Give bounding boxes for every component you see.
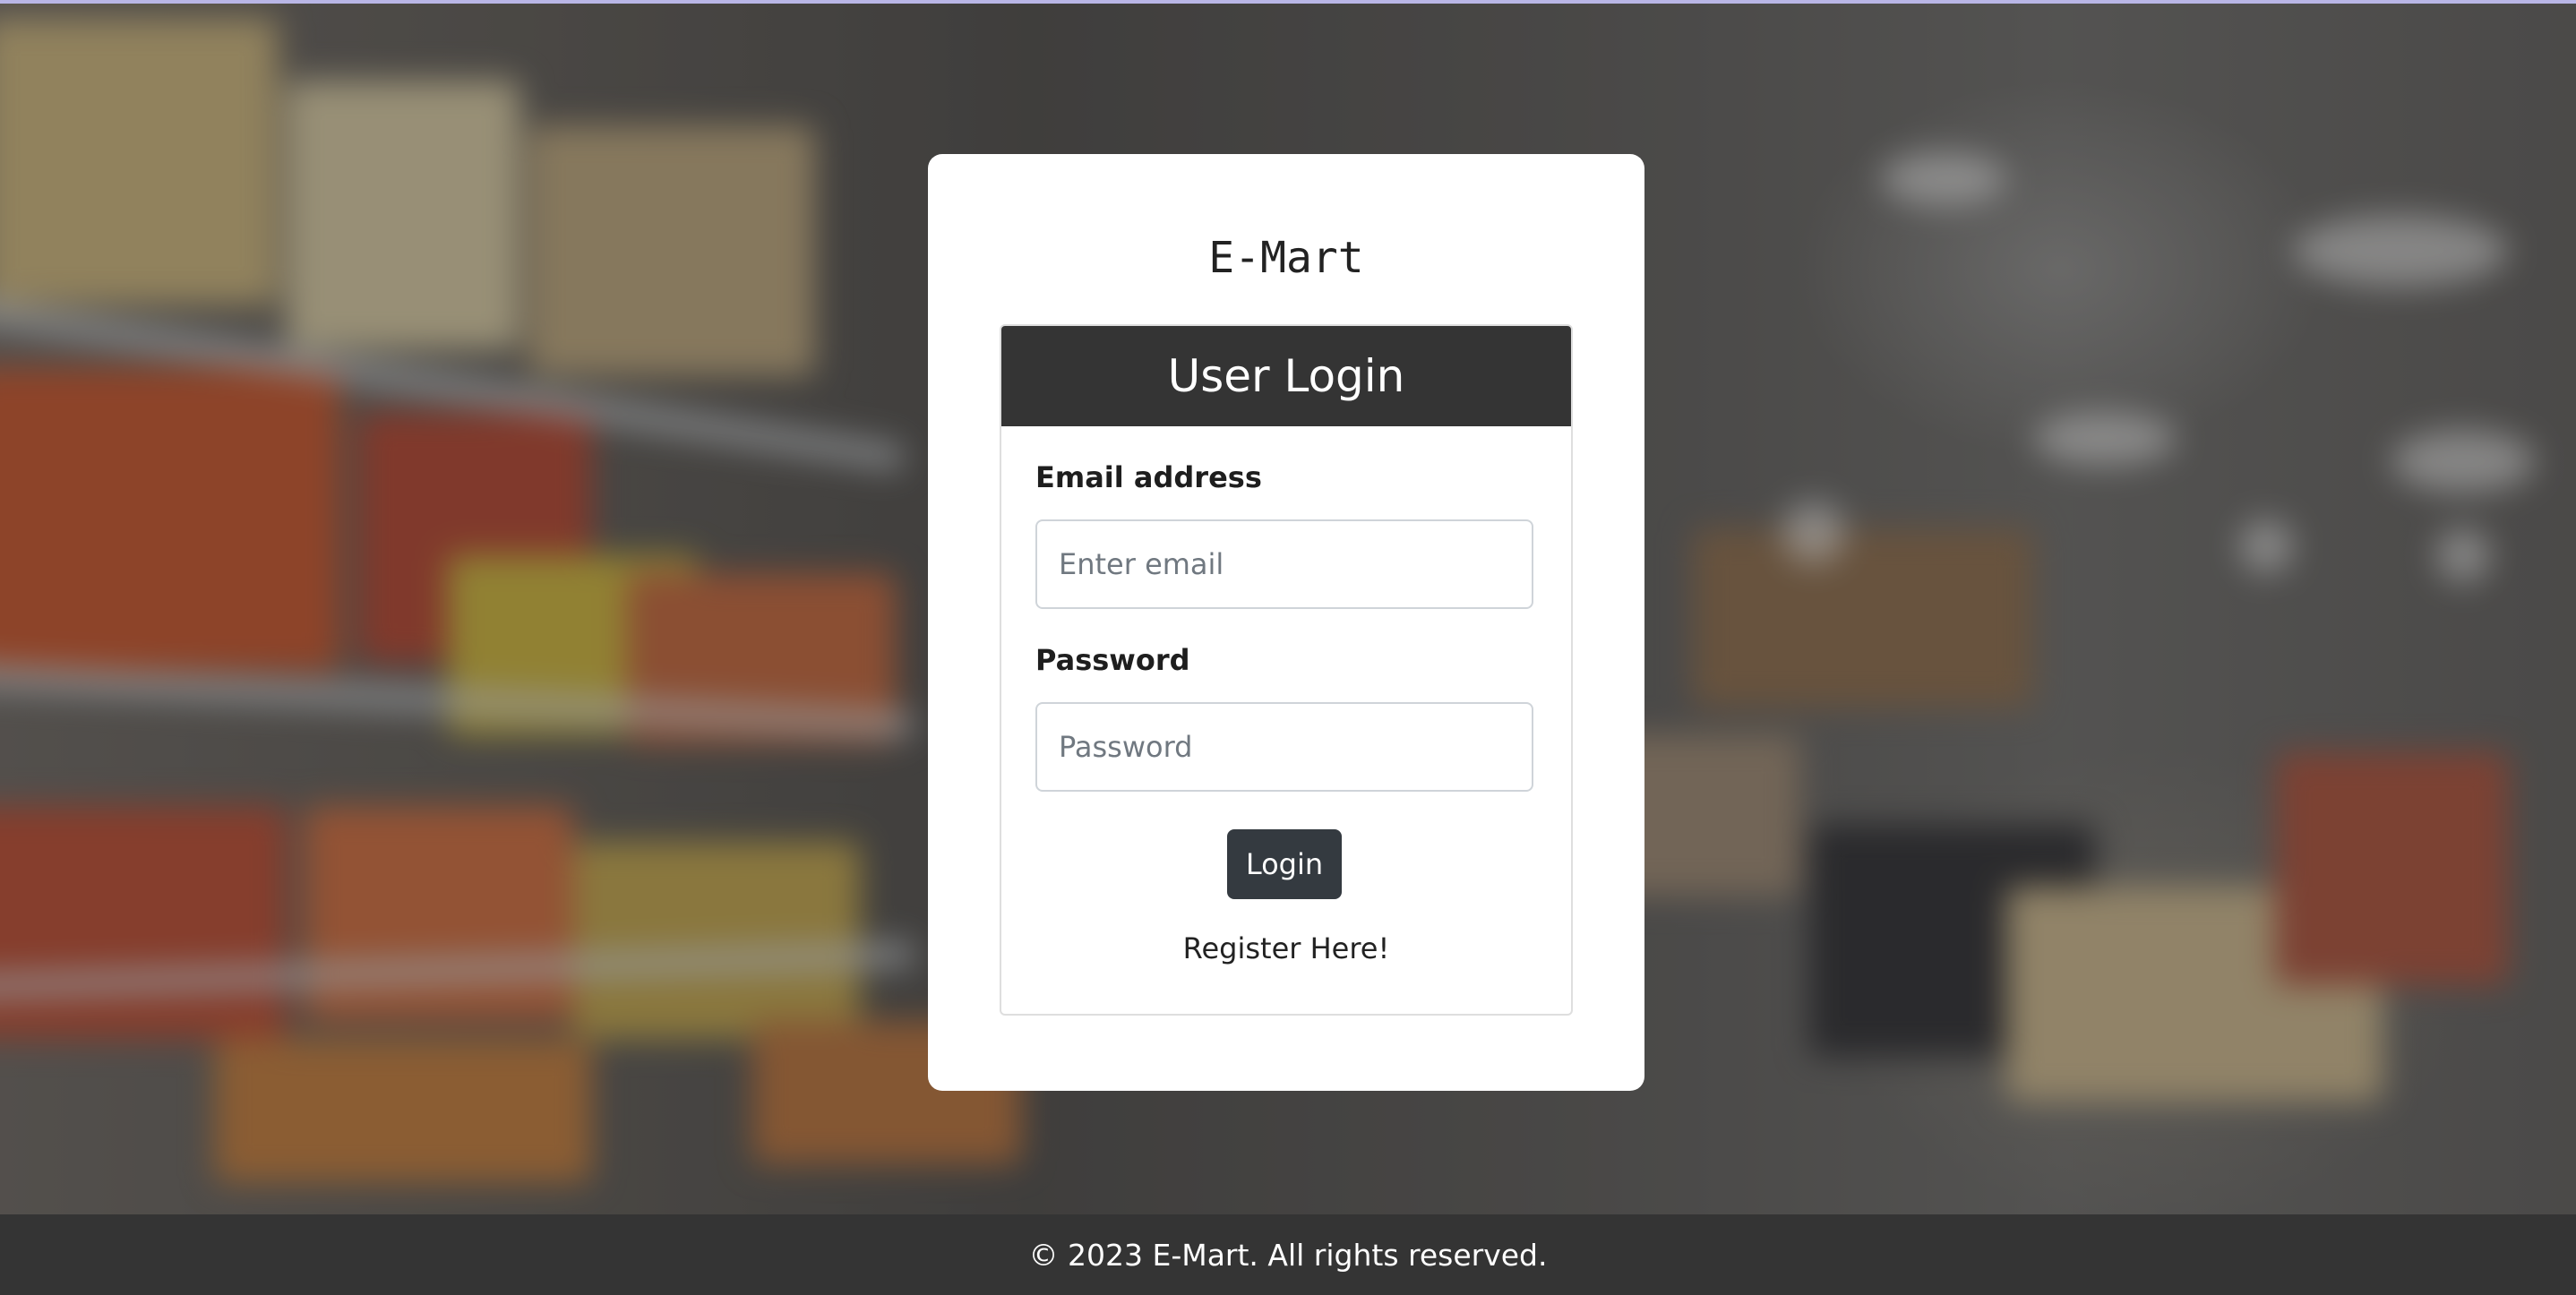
password-label: Password [1035,643,1190,677]
login-panel-title: User Login [1001,326,1571,426]
login-button[interactable]: Login [1227,829,1342,899]
brand-title: E-Mart [1208,233,1364,283]
login-card: E-Mart User Login Email address Password… [928,154,1644,1091]
top-border [0,0,2576,4]
password-field[interactable] [1035,702,1533,792]
login-page: E-Mart User Login Email address Password… [0,0,2576,1295]
login-panel: User Login Email address Password Login … [1000,324,1573,1016]
footer-copyright: © 2023 E-Mart. All rights reserved. [1028,1237,1548,1273]
email-label: Email address [1035,460,1262,494]
register-link[interactable]: Register Here! [1001,931,1571,965]
footer: © 2023 E-Mart. All rights reserved. [0,1214,2576,1295]
email-field[interactable] [1035,519,1533,609]
